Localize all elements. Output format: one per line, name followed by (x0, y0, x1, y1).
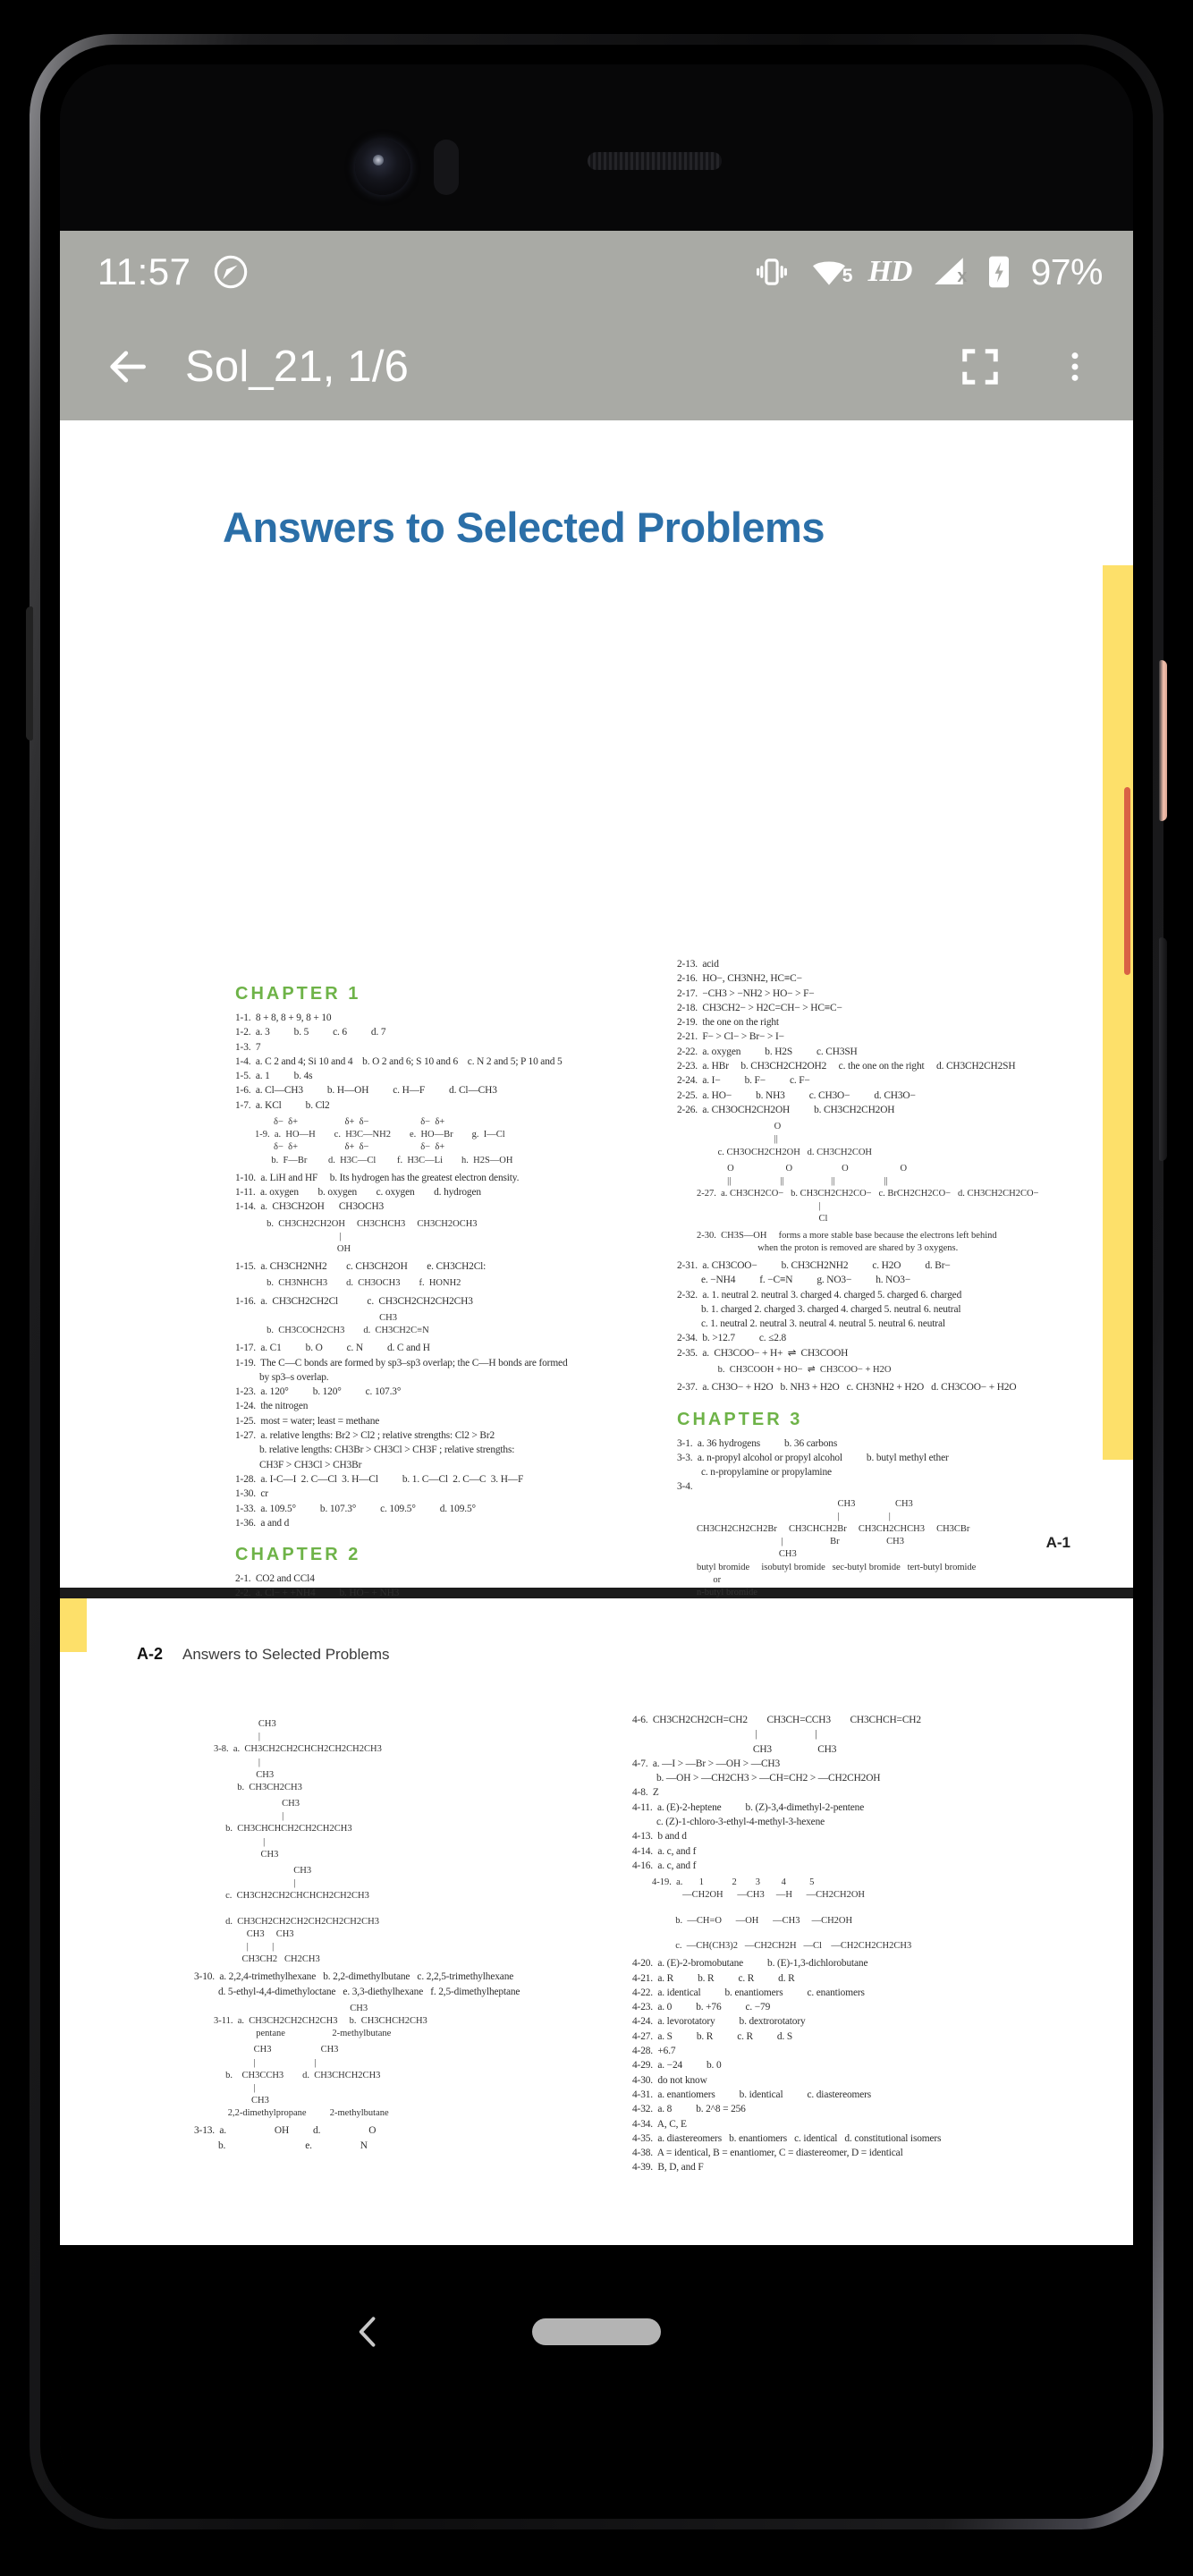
document-viewport[interactable]: Answers to Selected Problems CHAPTER 1 1-… (60, 420, 1133, 2245)
chemical-structure-block: 4-19. a. 1 2 3 4 5 —CH2OH —CH3 —H —CH2CH… (652, 1877, 912, 1952)
overflow-menu-button[interactable] (1044, 335, 1106, 398)
answer-block: 1-10. a. LiH and HF b. Its hydrogen has … (235, 1172, 520, 1213)
page-2-left-column: CH3 | 3-8. a. CH3CH2CH2CHCH2CH2CH2CH3 | … (194, 1715, 588, 2153)
document-page-1: Answers to Selected Problems CHAPTER 1 1-… (60, 420, 1133, 1817)
wifi-icon: 5 (809, 252, 852, 292)
signal-badge: x (957, 267, 968, 286)
answer-block: 3-10. a. 2,2,4-trimethylhexane b. 2,2-di… (194, 1971, 520, 1997)
answer-block: 1-16. a. CH3CH2CH2Cl c. CH3CH2CH2CH2CH3 (235, 1295, 473, 1307)
proximity-sensor-icon (434, 140, 459, 195)
page-accent-strip (1103, 565, 1133, 1460)
status-bar-left: 11:57 (97, 250, 249, 293)
page-accent-strip-left (60, 1598, 87, 1652)
chemical-structure-block: CH3 | c. CH3CH2CH2CHCHCH2CH2CH3 d. CH3CH… (225, 1865, 379, 1965)
page-2-header: A-2 Answers to Selected Problems (137, 1645, 390, 1664)
answer-block: 2-31. a. CH3COO− b. CH3CH2NH2 c. H2O d. … (677, 1259, 962, 1359)
chemical-structure-block: b. CH3COOH + HO− ⇌ CH3COO− + H2O (697, 1365, 892, 1376)
document-heading: Answers to Selected Problems (223, 504, 825, 551)
back-button[interactable] (92, 332, 162, 402)
chemical-structure-block: CH3 CH3 | | b. CH3CCH3 d. CH3CHCH2CH3 | … (225, 2045, 389, 2119)
chemical-structure-block: b. CH3NHCH3 d. CH3OCH3 f. HONH2 (255, 1278, 461, 1289)
answer-block: 3-13. a. OH d. O b. e. N (194, 2125, 377, 2151)
status-bar: 11:57 5 HD x 97% (60, 231, 1133, 313)
answer-block: 2-37. a. CH3O− + H2O b. NH3 + H2O c. CH3… (677, 1382, 1017, 1394)
battery-charging-icon (986, 252, 1011, 292)
chapter-heading: CHAPTER 3 (677, 1409, 803, 1429)
battery-percentage: 97% (1030, 250, 1103, 292)
chemical-structure-block: CH3 CH3 | | CH3CH2CH2CH2Br CH3CHCH2Br CH… (697, 1498, 977, 1597)
fullscreen-button[interactable] (949, 335, 1011, 398)
power-button[interactable] (1159, 660, 1167, 821)
answer-block: 1-1. 8 + 8, 8 + 9, 8 + 10 1-2. a. 3 b. 5… (235, 1013, 563, 1111)
app-toolbar: Sol_21, 1/6 (60, 313, 1133, 420)
chemical-structure-block: CH3 b. CH3COCH2CH3 d. CH3CH2C≡N (267, 1312, 429, 1336)
page-2-right-column: 4-6. CH3CH2CH2CH=CH2 CH3CH=CCH3 CH3CHCH=… (632, 1713, 1062, 2175)
front-camera-icon (355, 140, 410, 195)
cellular-signal-off-icon: x (930, 253, 968, 291)
chapter-heading: CHAPTER 2 (235, 1545, 361, 1565)
document-scrollbar[interactable] (1124, 787, 1130, 975)
nav-back-button[interactable] (337, 2301, 400, 2363)
fullscreen-icon (962, 349, 998, 385)
status-bar-right: 5 HD x 97% (753, 251, 1103, 293)
chemical-structure-block: O || c. CH3OCH2CH2OH d. CH3CH2COH (717, 1122, 873, 1157)
answer-block: 4-6. CH3CH2CH2CH=CH2 CH3CH=CCH3 CH3CHCH=… (632, 1715, 921, 1871)
answer-block: 3-1. a. 36 hydrogens b. 36 carbons 3-3. … (677, 1437, 949, 1493)
device-top-bezel (60, 64, 1133, 231)
phone-frame: 11:57 5 HD x 97% Sol_21, 1/6 Answers to … (26, 34, 1167, 2529)
wifi-badge: 5 (842, 266, 853, 286)
chemical-structure-block: CH3 | b. CH3CHCHCH2CH2CH2CH3 | CH3 (225, 1799, 352, 1860)
toolbar-actions (949, 335, 1106, 398)
answer-block: 2-13. acid 2-16. HO−, CH3NH2, HC≡C− 2-17… (677, 959, 1016, 1115)
vibrate-icon (753, 253, 791, 291)
phone-inner-bezel: 11:57 5 HD x 97% Sol_21, 1/6 Answers to … (40, 45, 1153, 2519)
document-page-2: A-2 Answers to Selected Problems CH3 | 3-… (60, 1598, 1133, 2245)
earpiece-speaker-icon (588, 152, 722, 170)
system-navigation-bar (60, 2245, 1133, 2499)
chemical-structure-block: CH3 3-11. a. CH3CH2CH2CH2CH3 b. CH3CHCH2… (214, 2003, 427, 2039)
answer-block: 1-17. a. C1 b. O c. N d. C and H 1-19. T… (235, 1343, 568, 1529)
chemical-structure-block: 2-30. CH3S—OH forms a more stable base b… (697, 1230, 997, 1253)
phone-screen: 11:57 5 HD x 97% Sol_21, 1/6 Answers to … (60, 64, 1133, 2499)
chemical-structure-block: b. CH3CH2CH2OH CH3CHCH3 CH3CH2OCH3 | OH (267, 1218, 478, 1254)
page-2-header-title: Answers to Selected Problems (182, 1646, 390, 1663)
chemical-structure-block: O O O O || || || || 2-27. a. CH3CH2CO− b… (697, 1163, 1039, 1224)
hd-icon: HD (867, 255, 912, 288)
page-number-a2: A-2 (137, 1645, 164, 1663)
chemical-structure-block: CH3 | 3-8. a. CH3CH2CH2CHCH2CH2CH2CH3 | … (214, 1719, 382, 1792)
volume-button[interactable] (1159, 937, 1167, 1161)
page-number-a1: A-1 (1045, 1534, 1070, 1551)
chemical-structure-block: δ− δ+ δ+ δ− δ− δ+ 1-9. a. HO—H c. H3C—NH… (255, 1117, 513, 1165)
answer-block: 4-20. a. (E)-2-bromobutane b. (E)-1,3-di… (632, 1958, 942, 2174)
answer-block: 1-15. a. CH3CH2NH2 c. CH3CH2OH e. CH3CH2… (235, 1261, 487, 1273)
assistant-button[interactable] (26, 606, 33, 741)
chapter-heading: CHAPTER 1 (235, 984, 361, 1004)
arrow-left-icon (110, 351, 147, 383)
more-vertical-icon (1071, 352, 1079, 381)
location-icon (213, 254, 249, 290)
nav-home-pill[interactable] (532, 2318, 661, 2345)
status-clock: 11:57 (97, 250, 191, 292)
page-title: Sol_21, 1/6 (185, 343, 410, 391)
chevron-left-icon (359, 2317, 376, 2347)
